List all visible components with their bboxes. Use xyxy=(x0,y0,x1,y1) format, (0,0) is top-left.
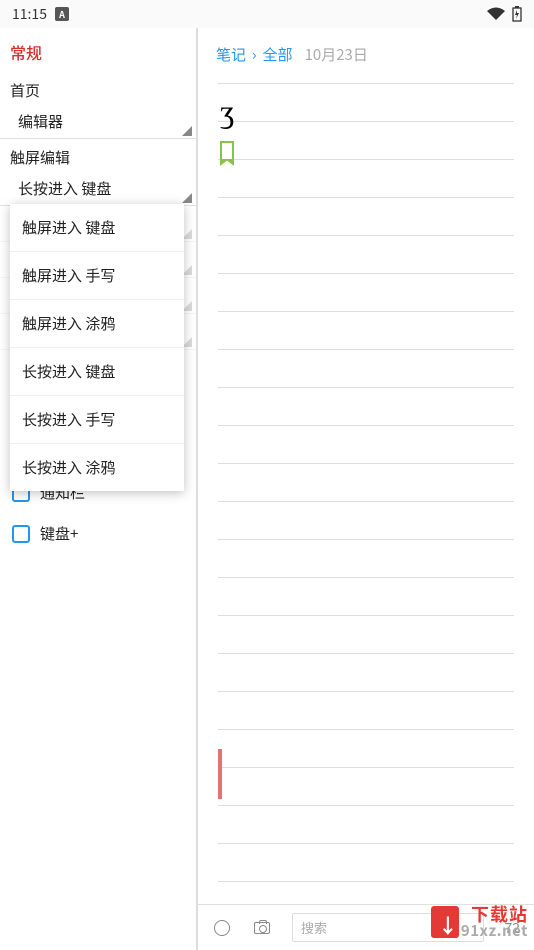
wifi-icon xyxy=(486,7,506,21)
note-content: 笔记 › 全部 10月23日 ʒ 搜索 72 xyxy=(198,28,534,950)
status-bar: 11:15 A xyxy=(0,0,534,28)
homepage-value: 编辑器 xyxy=(18,111,63,132)
breadcrumb-date: 10月23日 xyxy=(305,44,368,65)
touch-dropdown-menu: 触屏进入 键盘 触屏进入 手写 触屏进入 涂鸦 长按进入 键盘 长按进入 手写 … xyxy=(10,204,184,491)
status-time: 11:15 xyxy=(12,4,47,24)
homepage-spinner[interactable]: 编辑器 xyxy=(0,105,196,139)
a-icon: A xyxy=(55,7,69,21)
dropdown-item[interactable]: 触屏进入 键盘 xyxy=(10,204,184,252)
checkbox-label: 键盘+ xyxy=(40,523,78,544)
touch-value: 长按进入 键盘 xyxy=(18,178,111,199)
note-canvas[interactable]: ʒ xyxy=(218,81,514,904)
search-input[interactable]: 搜索 xyxy=(292,913,484,942)
checkbox-icon xyxy=(12,525,30,543)
dropdown-item[interactable]: 长按进入 键盘 xyxy=(10,348,184,396)
dropdown-item[interactable]: 触屏进入 涂鸦 xyxy=(10,300,184,348)
red-marker xyxy=(218,749,222,799)
chevron-down-icon xyxy=(182,126,192,136)
section-general: 常规 xyxy=(0,28,196,72)
dropdown-item[interactable]: 触屏进入 手写 xyxy=(10,252,184,300)
breadcrumb-root[interactable]: 笔记 xyxy=(216,44,246,65)
touch-label: 触屏编辑 xyxy=(0,139,196,172)
touch-spinner[interactable]: 长按进入 键盘 xyxy=(0,172,196,206)
record-icon[interactable] xyxy=(212,918,232,938)
camera-icon[interactable] xyxy=(252,918,272,938)
chevron-down-icon xyxy=(182,193,192,203)
dropdown-item[interactable]: 长按进入 手写 xyxy=(10,396,184,444)
bookmark-icon[interactable] xyxy=(220,141,234,159)
dropdown-item[interactable]: 长按进入 涂鸦 xyxy=(10,444,184,491)
bottom-toolbar: 搜索 72 xyxy=(198,904,534,950)
page-indicator[interactable]: 72 xyxy=(504,918,520,938)
checkbox-keyboard-plus[interactable]: 键盘+ xyxy=(0,513,196,554)
homepage-label: 首页 xyxy=(0,72,196,105)
handwriting-mark: ʒ xyxy=(220,93,234,130)
breadcrumb-sep: › xyxy=(252,44,257,65)
breadcrumb-current[interactable]: 全部 xyxy=(263,44,293,65)
settings-sidebar: 常规 首页 编辑器 触屏编辑 长按进入 键盘 全屏 设置解锁图案 通知栏 xyxy=(0,28,198,950)
breadcrumb: 笔记 › 全部 10月23日 xyxy=(198,28,534,81)
battery-icon xyxy=(512,6,522,22)
